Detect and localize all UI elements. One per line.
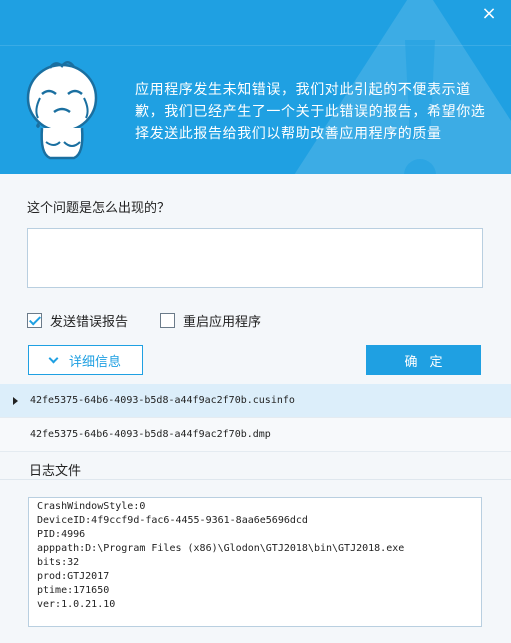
log-line: prod:GTJ2017 (37, 571, 110, 582)
divider (0, 479, 511, 480)
description-textarea[interactable] (27, 228, 483, 288)
log-line: ver:1.0.21.10 (37, 599, 116, 610)
log-line: CrashWindowStyle:0 (37, 501, 146, 512)
dialog-header: × 应用程序发生未知错误，我们对此引起的不便表示道歉，我们已经产生了一个关于此错… (0, 0, 511, 174)
checkbox-checked-icon[interactable] (27, 313, 42, 328)
log-line: bits:32 (37, 557, 80, 568)
send-report-label: 发送错误报告 (50, 315, 129, 330)
question-label: 这个问题是怎么出现的？ (27, 201, 171, 216)
log-file-label: 日志文件 (29, 464, 82, 479)
restart-app-label: 重启应用程序 (183, 315, 262, 330)
ok-button[interactable]: 确定 (366, 345, 481, 375)
close-button[interactable]: × (479, 4, 499, 24)
chevron-down-icon (48, 353, 59, 363)
crying-mascot-icon (26, 61, 98, 160)
expand-arrow-icon[interactable] (13, 397, 18, 405)
send-report-checkbox[interactable]: 发送错误报告 (27, 311, 128, 330)
log-line: PID:4996 (37, 529, 86, 540)
file-list: 42fe5375-64b6-4093-b5d8-a44f9ac2f70b.cus… (0, 384, 511, 452)
checkbox-unchecked-icon[interactable] (160, 313, 175, 328)
log-line: DeviceID:4f9ccf9d-fac6-4455-9361-8aa6e56… (37, 515, 308, 526)
file-list-item[interactable]: 42fe5375-64b6-4093-b5d8-a44f9ac2f70b.cus… (0, 384, 511, 418)
log-content[interactable]: CrashWindowStyle:0 DeviceID:4f9ccf9d-fac… (28, 497, 482, 627)
details-button-label: 详细信息 (68, 354, 121, 370)
file-list-item[interactable]: 42fe5375-64b6-4093-b5d8-a44f9ac2f70b.dmp (0, 418, 511, 452)
log-line: ptime:171650 (37, 585, 110, 596)
details-button[interactable]: 详细信息 (28, 345, 143, 375)
report-panel: 这个问题是怎么出现的？ 发送错误报告 重启应用程序 详细信息 确定 42fe53… (0, 174, 511, 643)
error-message: 应用程序发生未知错误，我们对此引起的不便表示道歉，我们已经产生了一个关于此错误的… (135, 82, 486, 142)
file-name: 42fe5375-64b6-4093-b5d8-a44f9ac2f70b.dmp (30, 429, 271, 440)
file-name: 42fe5375-64b6-4093-b5d8-a44f9ac2f70b.cus… (30, 395, 295, 406)
log-line: apppath:D:\Program Files (x86)\Glodon\GT… (37, 543, 405, 554)
restart-app-checkbox[interactable]: 重启应用程序 (160, 311, 261, 330)
